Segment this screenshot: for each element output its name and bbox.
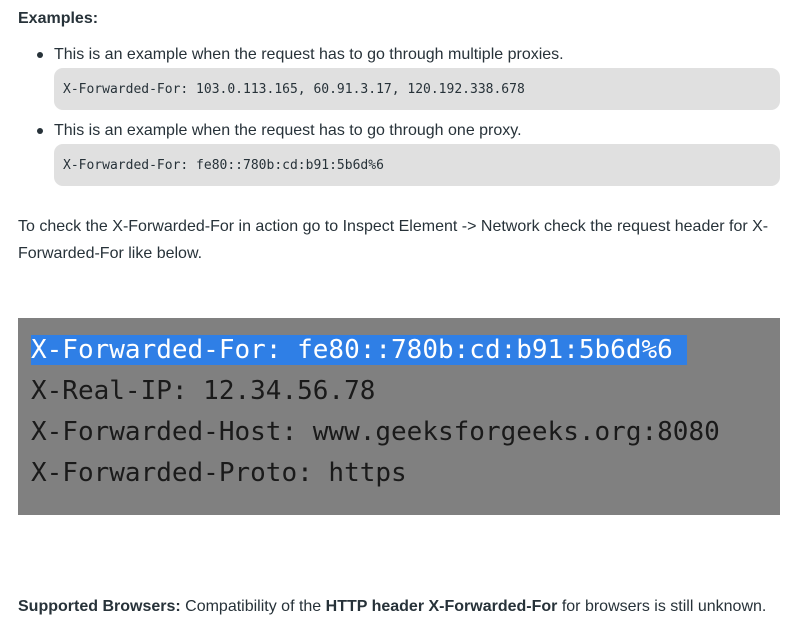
selected-text: X-Forwarded-For: fe80::780b:cd:b91:5b6d%… bbox=[31, 335, 687, 365]
example-description: This is an example when the request has … bbox=[54, 122, 522, 139]
footer-highlight: HTTP header X-Forwarded-For bbox=[325, 598, 558, 615]
bullet-icon bbox=[37, 128, 43, 134]
list-item: This is an example when the request has … bbox=[0, 120, 800, 186]
list-item: This is an example when the request has … bbox=[0, 44, 800, 110]
footer-text-after: for browsers is still unknown. bbox=[557, 598, 767, 615]
code-block[interactable]: X-Forwarded-For: fe80::780b:cd:b91:5b6d%… bbox=[54, 144, 780, 186]
code-block[interactable]: X-Forwarded-For: 103.0.113.165, 60.91.3.… bbox=[54, 68, 780, 110]
examples-heading: Examples: bbox=[18, 10, 99, 27]
example-description: This is an example when the request has … bbox=[54, 46, 564, 63]
header-line-forwarded-for: X-Forwarded-For: fe80::780b:cd:b91:5b6d%… bbox=[18, 330, 780, 371]
header-line-forwarded-host: X-Forwarded-Host: www.geeksforgeeks.org:… bbox=[31, 417, 720, 447]
footer-text-before: Compatibility of the bbox=[180, 598, 326, 615]
instruction-paragraph: To check the X-Forwarded-For in action g… bbox=[18, 218, 769, 262]
header-line-forwarded-proto: X-Forwarded-Proto: https bbox=[31, 458, 407, 488]
supported-browsers-note: Supported Browsers: Compatibility of the… bbox=[18, 597, 766, 617]
header-line-real-ip: X-Real-IP: 12.34.56.78 bbox=[31, 376, 376, 406]
supported-browsers-label: Supported Browsers: bbox=[18, 598, 181, 615]
bullet-icon bbox=[37, 52, 43, 58]
examples-list: This is an example when the request has … bbox=[0, 44, 800, 196]
request-header-screenshot: X-Forwarded-For: fe80::780b:cd:b91:5b6d%… bbox=[18, 318, 780, 515]
